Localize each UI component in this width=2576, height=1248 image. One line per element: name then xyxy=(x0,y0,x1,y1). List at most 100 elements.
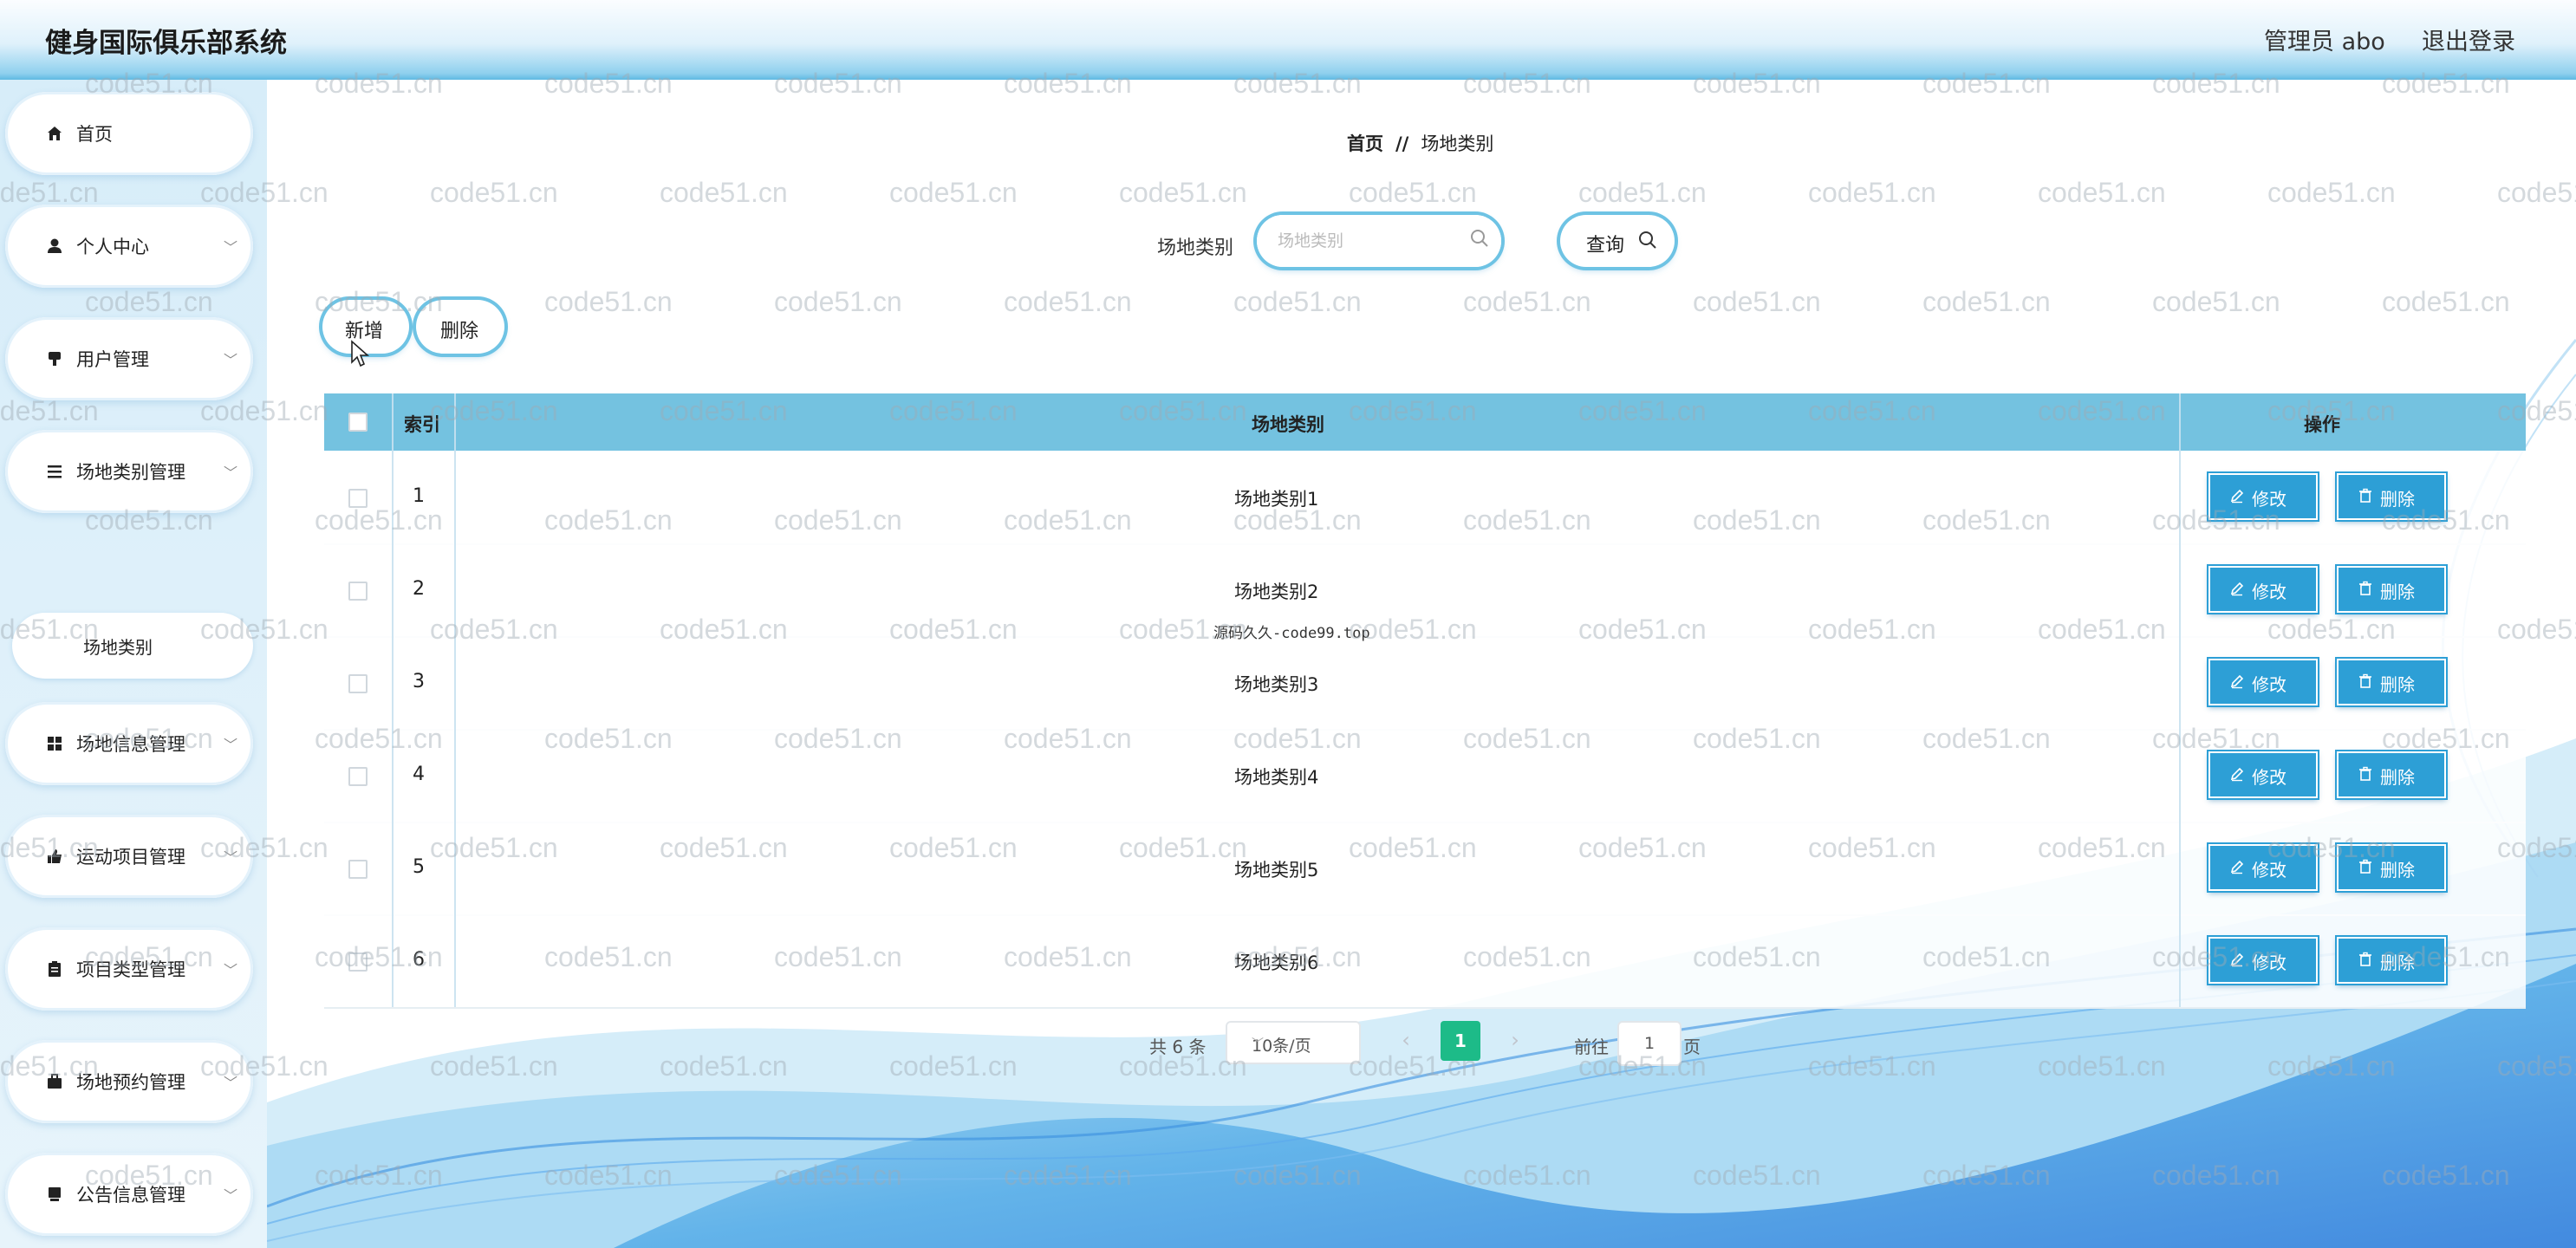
chevron-down-icon: ﹀ xyxy=(223,352,237,368)
thumb-icon xyxy=(43,845,66,868)
prev-page-button[interactable]: ‹ xyxy=(1389,1021,1423,1061)
sidebar-subitem-venue-category[interactable]: 场地类别 xyxy=(12,613,253,679)
sidebar-subitem-label: 场地类别 xyxy=(83,637,153,658)
sidebar-item-sport-project-management[interactable]: 运动项目管理 ﹀ xyxy=(5,815,253,898)
row-category-name: 场地类别3 xyxy=(1234,674,1319,695)
sidebar-item-project-type-management[interactable]: 项目类型管理 ﹀ xyxy=(5,927,253,1011)
sidebar-item-venue-category-management[interactable]: 场地类别管理 ﹀ xyxy=(5,430,253,513)
chevron-down-icon: ﹀ xyxy=(223,1075,237,1091)
sidebar-item-venue-booking-management[interactable]: 场地预约管理 ﹀ xyxy=(5,1040,253,1123)
sidebar-item-label: 项目类型管理 xyxy=(76,959,185,980)
delete-button[interactable]: 删除 xyxy=(2337,751,2446,798)
column-divider xyxy=(2179,393,2181,1007)
sidebar-item-label: 首页 xyxy=(76,124,113,145)
sidebar-item-label: 运动项目管理 xyxy=(76,847,185,868)
trash-icon xyxy=(2358,673,2373,693)
edit-button-label: 修改 xyxy=(2252,952,2287,973)
briefcase-icon xyxy=(43,1070,66,1093)
chevron-down-icon: ﹀ xyxy=(223,465,237,481)
sidebar-item-venue-info-management[interactable]: 场地信息管理 ﹀ xyxy=(5,702,253,785)
logout-link[interactable]: 退出登录 xyxy=(2422,23,2515,56)
edit-icon xyxy=(2229,580,2245,601)
table-row: 1 场地类别1 修改 删除 xyxy=(324,451,2526,545)
search-input[interactable] xyxy=(1276,227,1470,255)
row-category-name: 场地类别5 xyxy=(1234,860,1319,881)
breadcrumb-home[interactable]: 首页 xyxy=(1347,133,1383,154)
row-index: 1 xyxy=(413,485,425,507)
row-index: 6 xyxy=(413,949,425,971)
chevron-down-icon: ﹀ xyxy=(223,239,237,256)
edit-icon xyxy=(2229,765,2245,786)
sidebar-item-label: 场地类别管理 xyxy=(76,462,185,483)
table-row: 2 场地类别2 修改 删除 xyxy=(324,543,2526,638)
trash-icon xyxy=(2358,580,2373,601)
delete-button[interactable]: 删除 xyxy=(2337,659,2446,705)
edit-button[interactable]: 修改 xyxy=(2208,473,2318,520)
sidebar-item-label: 场地信息管理 xyxy=(76,734,185,755)
row-checkbox[interactable] xyxy=(348,674,368,693)
column-header-category: 场地类别 xyxy=(1252,414,1324,435)
delete-button[interactable]: 删除 xyxy=(2337,844,2446,891)
mouse-cursor-icon xyxy=(351,340,370,367)
query-button[interactable]: 查询 xyxy=(1560,215,1675,267)
search-icon xyxy=(1638,231,1657,253)
trash-icon xyxy=(2358,765,2373,786)
delete-button[interactable]: 删除 xyxy=(2337,937,2446,984)
sidebar-item-label: 场地预约管理 xyxy=(76,1072,185,1093)
delete-button[interactable]: 删除 xyxy=(2337,473,2446,520)
sidebar-item-user-management[interactable]: 用户管理 ﹀ xyxy=(5,317,253,400)
sidebar-item-label: 个人中心 xyxy=(76,237,149,257)
sidebar-item-label: 用户管理 xyxy=(76,349,149,370)
query-button-label: 查询 xyxy=(1586,235,1625,257)
row-category-name: 场地类别2 xyxy=(1234,582,1319,602)
row-checkbox[interactable] xyxy=(348,860,368,879)
edit-button[interactable]: 修改 xyxy=(2208,937,2318,984)
top-header: 健身国际俱乐部系统 管理员 abo 退出登录 xyxy=(0,0,2576,80)
row-index: 3 xyxy=(413,671,425,692)
table-row: 5 场地类别5 修改 删除 xyxy=(324,822,2526,916)
row-checkbox[interactable] xyxy=(348,582,368,601)
table-row: 4 场地类别4 修改 删除 xyxy=(324,729,2526,823)
row-index: 5 xyxy=(413,856,425,878)
search-field[interactable] xyxy=(1257,215,1501,267)
chevron-down-icon: ﹀ xyxy=(223,737,237,753)
main-content: 首页//场地类别 场地类别 查询 新增 删除 索引 场地类别 操作 1 场地类别 xyxy=(267,80,2576,1248)
current-page-button[interactable]: 1 xyxy=(1441,1021,1480,1061)
data-table: 索引 场地类别 操作 1 场地类别1 修改 删除 2 场地类别2 修改 删除 3… xyxy=(324,393,2526,1009)
sidebar-item-notice-management[interactable]: 公告信息管理 ﹀ xyxy=(5,1153,253,1236)
chevron-down-icon: ﹀ xyxy=(223,849,237,866)
sidebar-item-personal-center[interactable]: 个人中心 ﹀ xyxy=(5,205,253,288)
edit-button[interactable]: 修改 xyxy=(2208,659,2318,705)
page-suffix: 页 xyxy=(1683,1037,1701,1057)
chevron-down-icon: ﹀ xyxy=(1252,1037,1264,1051)
table-header: 索引 场地类别 操作 xyxy=(324,393,2526,451)
sidebar-item-label: 公告信息管理 xyxy=(76,1185,185,1206)
row-checkbox[interactable] xyxy=(348,952,368,972)
row-checkbox[interactable] xyxy=(348,489,368,508)
delete-button-label: 删除 xyxy=(2380,489,2415,510)
column-divider xyxy=(454,393,456,1007)
app-title: 健身国际俱乐部系统 xyxy=(45,28,287,59)
edit-button[interactable]: 修改 xyxy=(2208,566,2318,613)
breadcrumb: 首页 // 场地类别 xyxy=(1347,130,1493,156)
batch-delete-button[interactable]: 删除 xyxy=(416,300,504,354)
edit-button-label: 修改 xyxy=(2252,489,2287,510)
row-checkbox[interactable] xyxy=(348,767,368,786)
column-divider xyxy=(392,393,394,1007)
page-size-select[interactable]: 10条/页 ﹀ xyxy=(1226,1021,1361,1064)
select-all-checkbox[interactable] xyxy=(348,413,368,432)
row-category-name: 场地类别6 xyxy=(1234,952,1319,973)
edit-button[interactable]: 修改 xyxy=(2208,844,2318,891)
delete-button[interactable]: 删除 xyxy=(2337,566,2446,613)
note-icon xyxy=(43,1183,66,1206)
sidebar-item-home[interactable]: 首页 xyxy=(5,92,253,175)
goto-page-input[interactable] xyxy=(1617,1021,1682,1066)
edit-icon xyxy=(2229,673,2245,693)
search-icon xyxy=(1470,229,1489,251)
clipboard-icon xyxy=(43,958,66,980)
next-page-button[interactable]: › xyxy=(1498,1021,1532,1061)
column-header-actions: 操作 xyxy=(2304,414,2340,435)
edit-button[interactable]: 修改 xyxy=(2208,751,2318,798)
edit-icon xyxy=(2229,951,2245,972)
chevron-down-icon: ﹀ xyxy=(223,1187,237,1204)
